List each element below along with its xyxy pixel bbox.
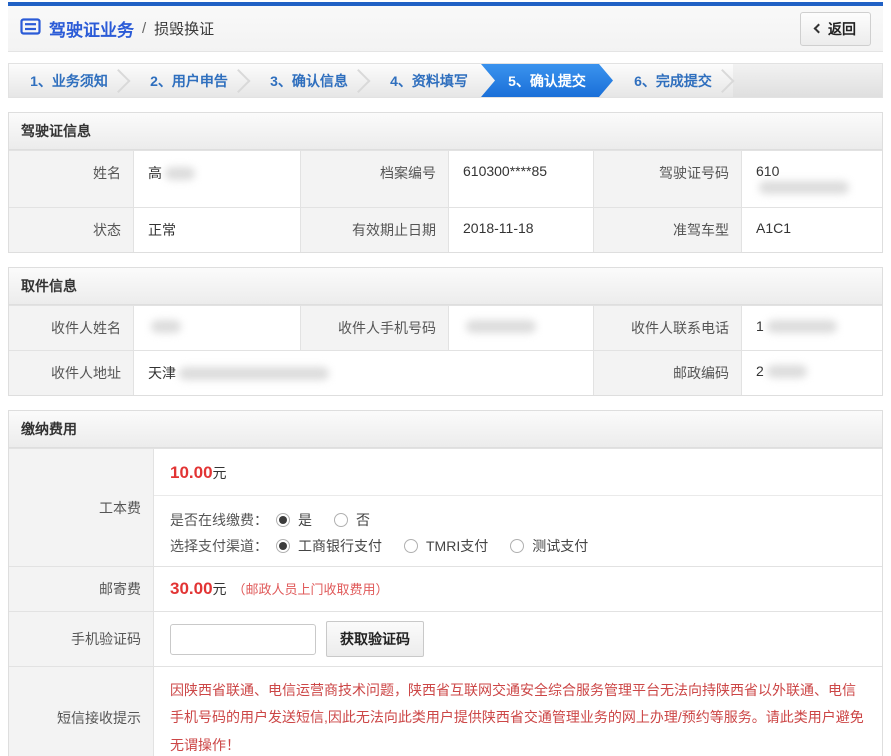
redacted-value-blur — [466, 320, 536, 333]
sms-code-input[interactable] — [170, 624, 316, 655]
pay-channel-line: 选择支付渠道： 工商银行支付 TMRI支付 测试支付 — [170, 536, 866, 556]
chevron-left-icon — [814, 24, 824, 34]
list-form-icon — [20, 18, 41, 40]
radio-channel-icbc[interactable] — [276, 539, 290, 553]
work-fee-label: 工本费 — [9, 449, 154, 566]
recipient-mobile-value — [449, 306, 594, 350]
work-fee-row: 工本费 10.00元 是否在线缴费： 是 否 选择支付渠道： — [9, 448, 882, 566]
step-bar-filler — [733, 64, 882, 97]
step-1-business-notice[interactable]: 1、业务须知 — [9, 64, 129, 97]
redacted-value-blur — [767, 365, 807, 378]
name-label: 姓名 — [9, 151, 134, 207]
expiry-label: 有效期止日期 — [301, 208, 449, 252]
pickup-info-section: 取件信息 收件人姓名 收件人手机号码 收件人联系电话 1 收件人地址 天津 邮政… — [8, 267, 883, 396]
redacted-value-blur — [165, 167, 195, 180]
mail-fee-unit: 元 — [213, 581, 227, 597]
pay-channel-question: 选择支付渠道： — [170, 536, 268, 556]
postcode-value: 2 — [742, 351, 882, 395]
mail-fee-label: 邮寄费 — [9, 567, 154, 611]
license-section-title: 驾驶证信息 — [9, 113, 882, 150]
redacted-value-blur — [151, 320, 181, 333]
mail-fee-amount: 30.00 — [170, 579, 213, 598]
recipient-phone-label: 收件人联系电话 — [594, 306, 742, 350]
sms-code-row: 手机验证码 获取验证码 — [9, 611, 882, 666]
breadcrumb-separator: / — [142, 20, 146, 37]
radio-online-no-label[interactable]: 否 — [356, 510, 370, 530]
status-value: 正常 — [134, 208, 301, 252]
fees-section: 缴纳费用 工本费 10.00元 是否在线缴费： 是 否 选择支付渠道： — [8, 410, 883, 756]
sms-code-cell: 获取验证码 — [154, 612, 882, 666]
work-fee-unit: 元 — [213, 465, 227, 481]
radio-online-yes[interactable] — [276, 513, 290, 527]
sms-tip-label: 短信接收提示 — [9, 667, 154, 756]
name-value: 高 — [134, 151, 301, 207]
step-4-fill-data[interactable]: 4、资料填写 — [369, 64, 489, 97]
back-button-label: 返回 — [828, 19, 856, 39]
vehicle-type-label: 准驾车型 — [594, 208, 742, 252]
file-no-label: 档案编号 — [301, 151, 449, 207]
recipient-mobile-label: 收件人手机号码 — [301, 306, 449, 350]
table-row: 收件人地址 天津 邮政编码 2 — [9, 350, 882, 395]
step-5-confirm-submit-active[interactable]: 5、确认提交 — [481, 64, 613, 97]
breadcrumb: 驾驶证业务 / 损毁换证 — [20, 16, 214, 41]
recipient-name-label: 收件人姓名 — [9, 306, 134, 350]
page: 驾驶证业务 / 损毁换证 返回 1、业务须知 2、用户申告 3、确认信息 4、资… — [8, 0, 883, 756]
status-label: 状态 — [9, 208, 134, 252]
radio-channel-tmri[interactable] — [404, 539, 418, 553]
back-button[interactable]: 返回 — [800, 12, 871, 46]
sms-code-label: 手机验证码 — [9, 612, 154, 666]
radio-online-no[interactable] — [334, 513, 348, 527]
fees-section-title: 缴纳费用 — [9, 411, 882, 448]
redacted-value-blur — [759, 181, 849, 194]
page-title: 损毁换证 — [154, 18, 214, 39]
license-no-label: 驾驶证号码 — [594, 151, 742, 207]
payment-options: 是否在线缴费： 是 否 选择支付渠道： 工商银行支付 TMRI支付 测试支付 — [154, 496, 882, 566]
redacted-value-blur — [179, 367, 329, 380]
header-bar: 驾驶证业务 / 损毁换证 返回 — [8, 2, 883, 52]
pickup-section-title: 取件信息 — [9, 268, 882, 305]
step-progress-bar: 1、业务须知 2、用户申告 3、确认信息 4、资料填写 5、确认提交 6、完成提… — [8, 63, 883, 98]
step-2-user-declaration[interactable]: 2、用户申告 — [129, 64, 249, 97]
recipient-address-value: 天津 — [134, 351, 594, 395]
license-info-section: 驾驶证信息 姓名 高 档案编号 610300****85 驾驶证号码 610 状… — [8, 112, 883, 253]
table-row: 姓名 高 档案编号 610300****85 驾驶证号码 610 — [9, 150, 882, 207]
radio-channel-icbc-label[interactable]: 工商银行支付 — [298, 536, 382, 556]
radio-online-yes-label[interactable]: 是 — [298, 510, 312, 530]
table-row: 状态 正常 有效期止日期 2018-11-18 准驾车型 A1C1 — [9, 207, 882, 252]
radio-channel-test-label[interactable]: 测试支付 — [532, 536, 588, 556]
work-fee-cell: 10.00元 是否在线缴费： 是 否 选择支付渠道： 工商银行支付 — [154, 449, 882, 566]
radio-channel-test[interactable] — [510, 539, 524, 553]
postcode-label: 邮政编码 — [594, 351, 742, 395]
redacted-value-blur — [767, 320, 837, 333]
sms-tip-text: 因陕西省联通、电信运营商技术问题，陕西省互联网交通安全综合服务管理平台无法向持陕… — [154, 667, 882, 756]
radio-channel-tmri-label[interactable]: TMRI支付 — [426, 536, 488, 556]
get-code-button[interactable]: 获取验证码 — [326, 621, 424, 657]
mail-fee-row: 邮寄费 30.00元 （邮政人员上门收取费用） — [9, 566, 882, 611]
vehicle-type-value: A1C1 — [742, 208, 882, 252]
mail-fee-note: （邮政人员上门收取费用） — [233, 582, 389, 597]
app-title: 驾驶证业务 — [49, 16, 134, 41]
step-6-complete-submit[interactable]: 6、完成提交 — [613, 64, 733, 97]
license-no-value: 610 — [742, 151, 882, 207]
file-no-value: 610300****85 — [449, 151, 594, 207]
sms-tip-row: 短信接收提示 因陕西省联通、电信运营商技术问题，陕西省互联网交通安全综合服务管理… — [9, 666, 882, 756]
online-pay-line: 是否在线缴费： 是 否 — [170, 510, 866, 530]
recipient-address-label: 收件人地址 — [9, 351, 134, 395]
work-fee-amount-line: 10.00元 — [154, 449, 882, 496]
recipient-phone-value: 1 — [742, 306, 882, 350]
expiry-value: 2018-11-18 — [449, 208, 594, 252]
step-3-confirm-info[interactable]: 3、确认信息 — [249, 64, 369, 97]
mail-fee-cell: 30.00元 （邮政人员上门收取费用） — [154, 567, 882, 611]
recipient-name-value — [134, 306, 301, 350]
online-pay-question: 是否在线缴费： — [170, 510, 268, 530]
table-row: 收件人姓名 收件人手机号码 收件人联系电话 1 — [9, 305, 882, 350]
work-fee-amount: 10.00 — [170, 463, 213, 482]
